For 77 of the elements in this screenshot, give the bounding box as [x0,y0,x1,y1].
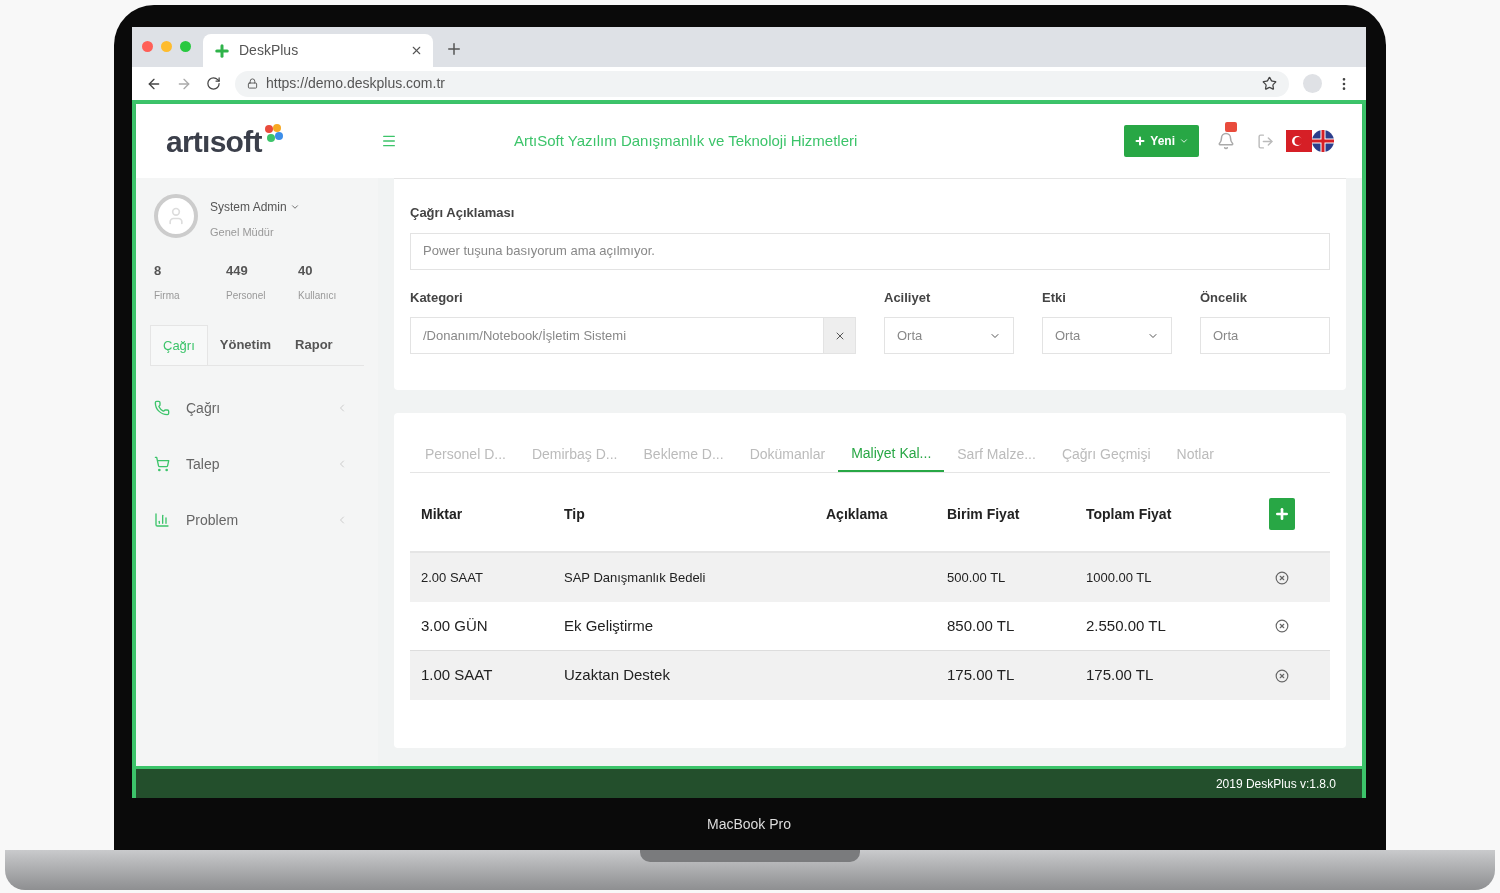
flag-icon[interactable] [1286,130,1312,152]
logo: artısoft [166,123,262,160]
table-cell-text: SAP Danışmanlık Bedeli [564,568,707,587]
table-cell-text: 850.00 TL [947,615,1016,636]
close-icon[interactable] [410,44,423,57]
table-cell-text: 1.00 SAAT [421,665,494,686]
field-label: Öncelik [1200,288,1248,307]
delete-icon[interactable] [1275,668,1289,683]
stat-value: 40 [298,261,314,280]
column-header: Birim Fiyat [947,504,1021,524]
app-title: ArtıSoft Yazılım Danışmanlık ve Teknoloji Hizmetleri [512,130,859,151]
flag-icon[interactable] [1312,130,1334,152]
device-label: MacBook Pro [706,814,791,834]
sidebar-menu-item[interactable]: Problem [136,492,378,548]
detail-tab[interactable]: Demirbaş D... [518,437,631,472]
table-cell-text: 2.00 SAAT [421,568,484,587]
lock-icon [247,78,258,89]
plus-icon [213,41,231,60]
delete-icon[interactable] [1275,619,1289,633]
field-label: Çağrı Açıklaması [410,204,516,222]
footer-text: 2019 DeskPlus v:1.8.0 [1215,775,1336,793]
caret-icon [1179,136,1189,146]
table-cell-text: Ek Geliştirme [564,615,655,636]
column-header: Tip [564,504,586,524]
stat-value: 8 [154,261,163,280]
delete-icon[interactable] [1275,570,1289,585]
stat-value: 449 [226,261,249,280]
new-tab-icon[interactable] [445,40,463,58]
stat-label: Personel [226,289,267,303]
detail-tab[interactable]: Notlar [1163,437,1227,472]
detail-tab[interactable]: Maliyet Kal... [838,437,945,472]
detail-tab[interactable]: Dokümanlar [736,437,839,472]
caret-icon[interactable] [289,202,300,212]
plus-icon [1274,506,1290,522]
category-field[interactable]: /Donanım/Notebook/İşletim Sistemi [410,317,856,354]
user-role: Genel Müdür [210,225,275,240]
sidebar-tab[interactable]: Yönetim [207,325,284,365]
detail-tab[interactable]: Personel D... [412,437,519,472]
sidebar-menu-item[interactable]: Talep [136,436,378,492]
column-header: Açıklama [826,504,889,524]
table-cell-text: 1000.00 TL [1086,568,1153,587]
detail-tab[interactable]: Bekleme D... [630,437,737,472]
table-cell-text: 3.00 GÜN [421,615,489,636]
reload-icon[interactable] [206,76,221,91]
table-cell-text: 500.00 TL [947,568,1007,587]
column-header: Toplam Fiyat [1086,504,1173,524]
input-field[interactable]: Orta [1200,317,1330,354]
bookmark-icon[interactable] [1262,76,1277,91]
new-button[interactable]: Yeni [1124,125,1199,157]
sidebar-menu-item[interactable]: Çağrı [136,380,378,436]
description-field[interactable]: Power tuşuna basıyorum ama açılmıyor. [410,232,1330,270]
detail-tab[interactable]: Çağrı Geçmişi [1048,437,1164,472]
address-bar[interactable]: https://demo.deskplus.com.tr [235,70,1289,97]
phone-icon [154,400,170,416]
field-label: Etki [1042,288,1067,307]
stat-label: Kullanıcı [298,289,338,303]
stat-label: Firma [154,289,181,303]
avatar-icon [154,194,198,238]
notification-badge-icon [1225,122,1237,132]
user-name[interactable]: System Admin [210,198,287,216]
plus-icon [1134,135,1147,147]
table-cell-text: Uzaktan Destek [564,665,671,686]
field-label: Kategori [410,288,464,307]
sidebar-tab[interactable]: Çağrı [150,325,208,365]
add-button[interactable] [1269,498,1295,530]
table-cell-text: 175.00 TL [947,665,1016,686]
browser-tab[interactable]: DeskPlus [203,34,433,67]
chart-icon [154,512,170,528]
table-cell-text: 2.550.00 TL [1086,615,1167,636]
detail-tab[interactable]: Sarf Malze... [944,437,1049,472]
field-label: Aciliyet [884,288,932,307]
select-field[interactable]: Orta [884,317,1014,354]
table-cell-text: 175.00 TL [1086,665,1155,686]
select-field[interactable]: Orta [1042,317,1172,354]
sidebar-tab[interactable]: Rapor [283,325,345,365]
column-header: Miktar [421,504,464,524]
cart-icon [154,456,170,472]
